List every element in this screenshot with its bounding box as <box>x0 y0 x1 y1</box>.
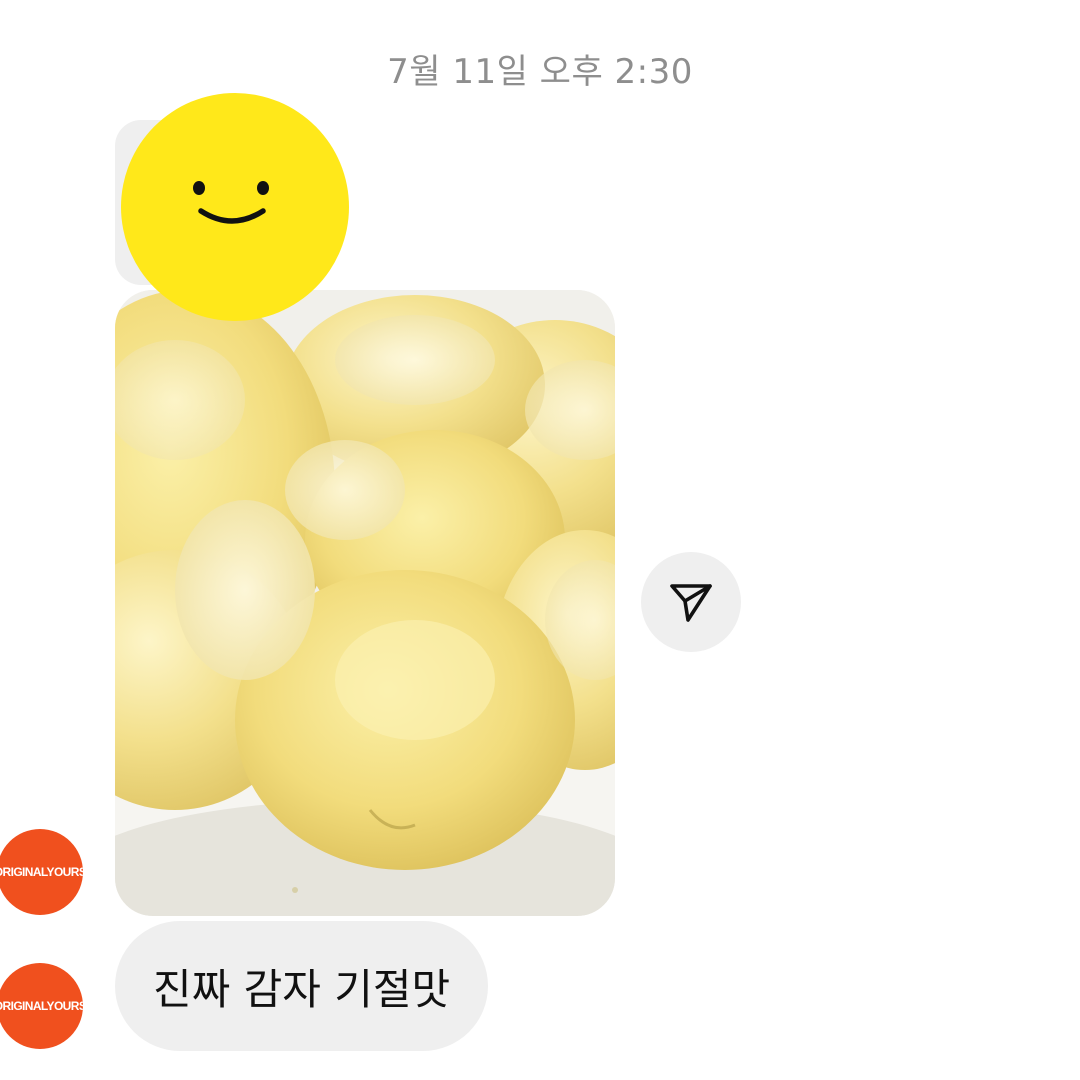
sender-avatar[interactable]: ORIGINALYOURS <box>0 963 83 1049</box>
boiled-potatoes-photo <box>115 290 615 916</box>
text-message-bubble[interactable]: 진짜 감자 기절맛 <box>115 921 489 1051</box>
message-timestamp: 7월 11일 오후 2:30 <box>387 52 693 92</box>
message-text: 진짜 감자 기절맛 <box>153 964 451 1014</box>
smiley-sticker[interactable] <box>121 93 349 321</box>
smiley-face-icon <box>193 181 269 224</box>
sender-avatar[interactable]: ORIGINALYOURS <box>0 829 83 915</box>
share-button[interactable] <box>641 552 741 652</box>
photo-message[interactable] <box>115 290 615 916</box>
chat-thread: 7월 11일 오후 2:30 RIGINALYOURS RIGINALYOURS… <box>0 0 1080 1080</box>
send-paper-plane-icon <box>670 584 712 622</box>
